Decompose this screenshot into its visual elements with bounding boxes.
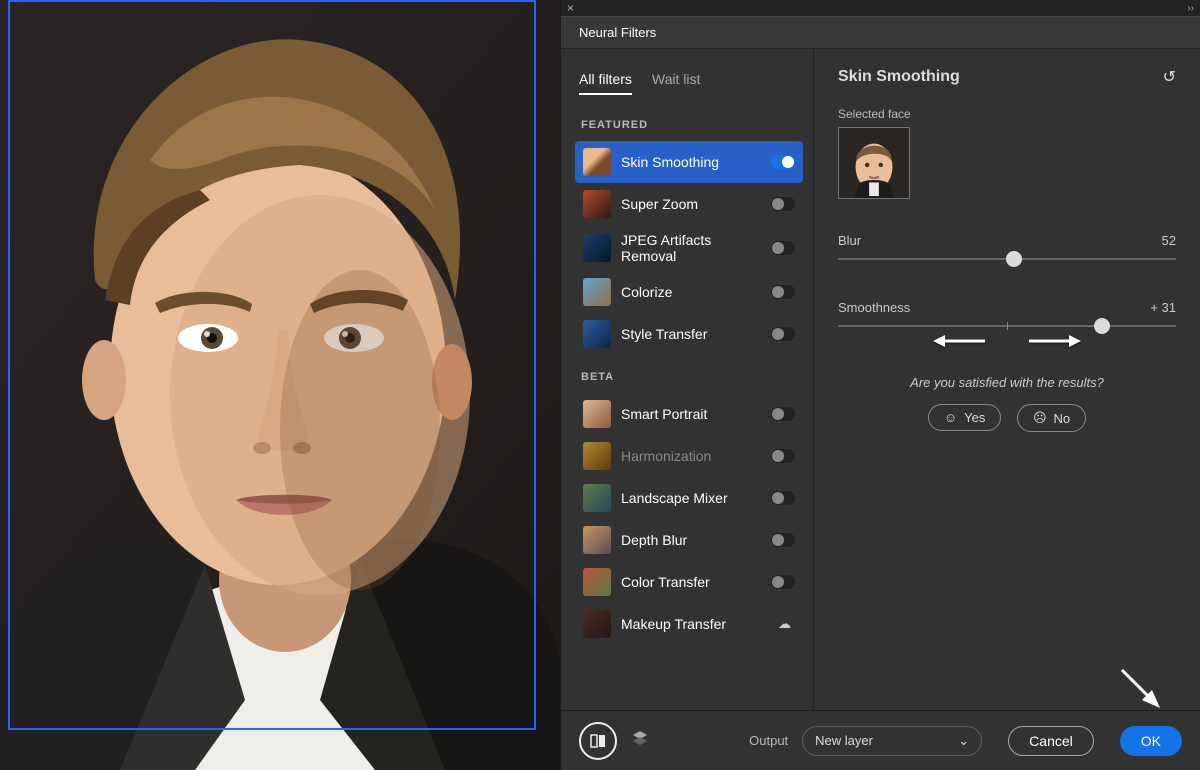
filter-label: Makeup Transfer xyxy=(621,616,768,632)
feedback-yes-label: Yes xyxy=(964,410,985,425)
section-beta: BETA xyxy=(581,371,803,383)
filter-item-makeup-transfer[interactable]: Makeup Transfer ☁ xyxy=(575,603,803,645)
close-panel-icon[interactable]: × xyxy=(567,1,574,15)
filter-label: Skin Smoothing xyxy=(621,154,761,170)
filter-toggle[interactable] xyxy=(771,327,795,341)
tab-wait-list[interactable]: Wait list xyxy=(652,71,700,95)
tab-all-filters[interactable]: All filters xyxy=(579,71,632,95)
filter-toggle[interactable] xyxy=(771,197,795,211)
feedback-no-button[interactable]: ☹ No xyxy=(1017,404,1086,432)
annotation-arrows xyxy=(838,333,1176,349)
smoothness-slider[interactable] xyxy=(838,325,1176,327)
filter-thumb xyxy=(583,278,611,306)
filter-toggle[interactable] xyxy=(771,285,795,299)
filter-item-color-transfer[interactable]: Color Transfer xyxy=(575,561,803,603)
filter-thumb xyxy=(583,190,611,218)
layers-icon[interactable] xyxy=(631,729,649,752)
filter-settings-column: Skin Smoothing ↺ Selected face B xyxy=(814,49,1200,710)
beta-filters-list: Smart Portrait Harmonization Landscape Mix… xyxy=(575,393,803,645)
filter-label: Harmonization xyxy=(621,448,761,464)
filter-thumb xyxy=(583,526,611,554)
selection-rectangle xyxy=(8,0,536,730)
feedback-question: Are you satisfied with the results? xyxy=(838,375,1176,390)
chevron-down-icon: ⌄ xyxy=(958,733,969,749)
canvas-photo[interactable] xyxy=(0,0,560,770)
filter-item-colorize[interactable]: Colorize xyxy=(575,271,803,313)
filter-label: Color Transfer xyxy=(621,574,761,590)
smoothness-value: + 31 xyxy=(1150,300,1176,315)
blur-slider-knob[interactable] xyxy=(1006,251,1022,267)
reset-icon[interactable]: ↺ xyxy=(1163,67,1176,87)
filter-label: Depth Blur xyxy=(621,532,761,548)
filter-item-skin-smoothing[interactable]: Skin Smoothing xyxy=(575,141,803,183)
filter-thumb xyxy=(583,400,611,428)
cloud-download-icon[interactable]: ☁ xyxy=(778,616,791,632)
filter-label: Smart Portrait xyxy=(621,406,761,422)
section-featured: FEATURED xyxy=(581,119,803,131)
frown-icon: ☹ xyxy=(1033,410,1047,426)
output-select[interactable]: New layer ⌄ xyxy=(802,726,982,756)
filter-toggle[interactable] xyxy=(771,407,795,421)
feedback-yes-button[interactable]: ☺ Yes xyxy=(928,404,1002,431)
filter-toggle[interactable] xyxy=(771,449,795,463)
filter-label: Style Transfer xyxy=(621,326,761,342)
filter-item-jpeg-artifacts-removal[interactable]: JPEG Artifacts Removal xyxy=(575,225,803,271)
filter-thumb xyxy=(583,148,611,176)
filter-toggle[interactable] xyxy=(771,155,795,169)
filter-toggle[interactable] xyxy=(771,533,795,547)
filter-label: JPEG Artifacts Removal xyxy=(621,232,761,264)
filter-toggle[interactable] xyxy=(771,491,795,505)
smile-icon: ☺ xyxy=(944,410,957,425)
smoothness-label: Smoothness xyxy=(838,300,910,315)
before-after-toggle-button[interactable] xyxy=(579,722,617,760)
filter-item-smart-portrait[interactable]: Smart Portrait xyxy=(575,393,803,435)
filter-thumb xyxy=(583,442,611,470)
blur-value: 52 xyxy=(1162,233,1176,248)
ok-button[interactable]: OK xyxy=(1120,726,1182,756)
filter-label: Super Zoom xyxy=(621,196,761,212)
output-label: Output xyxy=(749,733,788,748)
panel-title: Neural Filters xyxy=(561,17,674,48)
filter-toggle[interactable] xyxy=(771,241,795,255)
filter-thumb xyxy=(583,320,611,348)
filter-item-depth-blur[interactable]: Depth Blur xyxy=(575,519,803,561)
filter-item-landscape-mixer[interactable]: Landscape Mixer xyxy=(575,477,803,519)
filter-thumb xyxy=(583,610,611,638)
filter-item-super-zoom[interactable]: Super Zoom xyxy=(575,183,803,225)
filter-thumb xyxy=(583,568,611,596)
filter-item-harmonization[interactable]: Harmonization xyxy=(575,435,803,477)
feedback-no-label: No xyxy=(1054,411,1071,426)
smoothness-slider-knob[interactable] xyxy=(1094,318,1110,334)
cancel-button[interactable]: Cancel xyxy=(1008,726,1094,756)
neural-filters-panel: × ›› Neural Filters All filters Wait lis… xyxy=(560,0,1200,770)
filter-label: Colorize xyxy=(621,284,761,300)
collapse-panel-icon[interactable]: ›› xyxy=(1187,3,1194,14)
filter-toggle[interactable] xyxy=(771,575,795,589)
annotation-pointer-arrow xyxy=(1118,666,1162,710)
blur-label: Blur xyxy=(838,233,861,248)
selected-face-label: Selected face xyxy=(838,107,1176,121)
filter-label: Landscape Mixer xyxy=(621,490,761,506)
selected-face-thumbnail[interactable] xyxy=(838,127,910,199)
output-value: New layer xyxy=(815,733,873,748)
featured-filters-list: Skin Smoothing Super Zoom JPEG Artifacts R… xyxy=(575,141,803,355)
filter-thumb xyxy=(583,234,611,262)
filters-list-column: All filters Wait list FEATURED Skin Smoo… xyxy=(561,49,814,710)
panel-footer: Output New layer ⌄ Cancel OK xyxy=(561,710,1200,770)
blur-slider[interactable] xyxy=(838,258,1176,260)
filter-thumb xyxy=(583,484,611,512)
settings-title: Skin Smoothing xyxy=(838,68,1163,86)
filter-item-style-transfer[interactable]: Style Transfer xyxy=(575,313,803,355)
